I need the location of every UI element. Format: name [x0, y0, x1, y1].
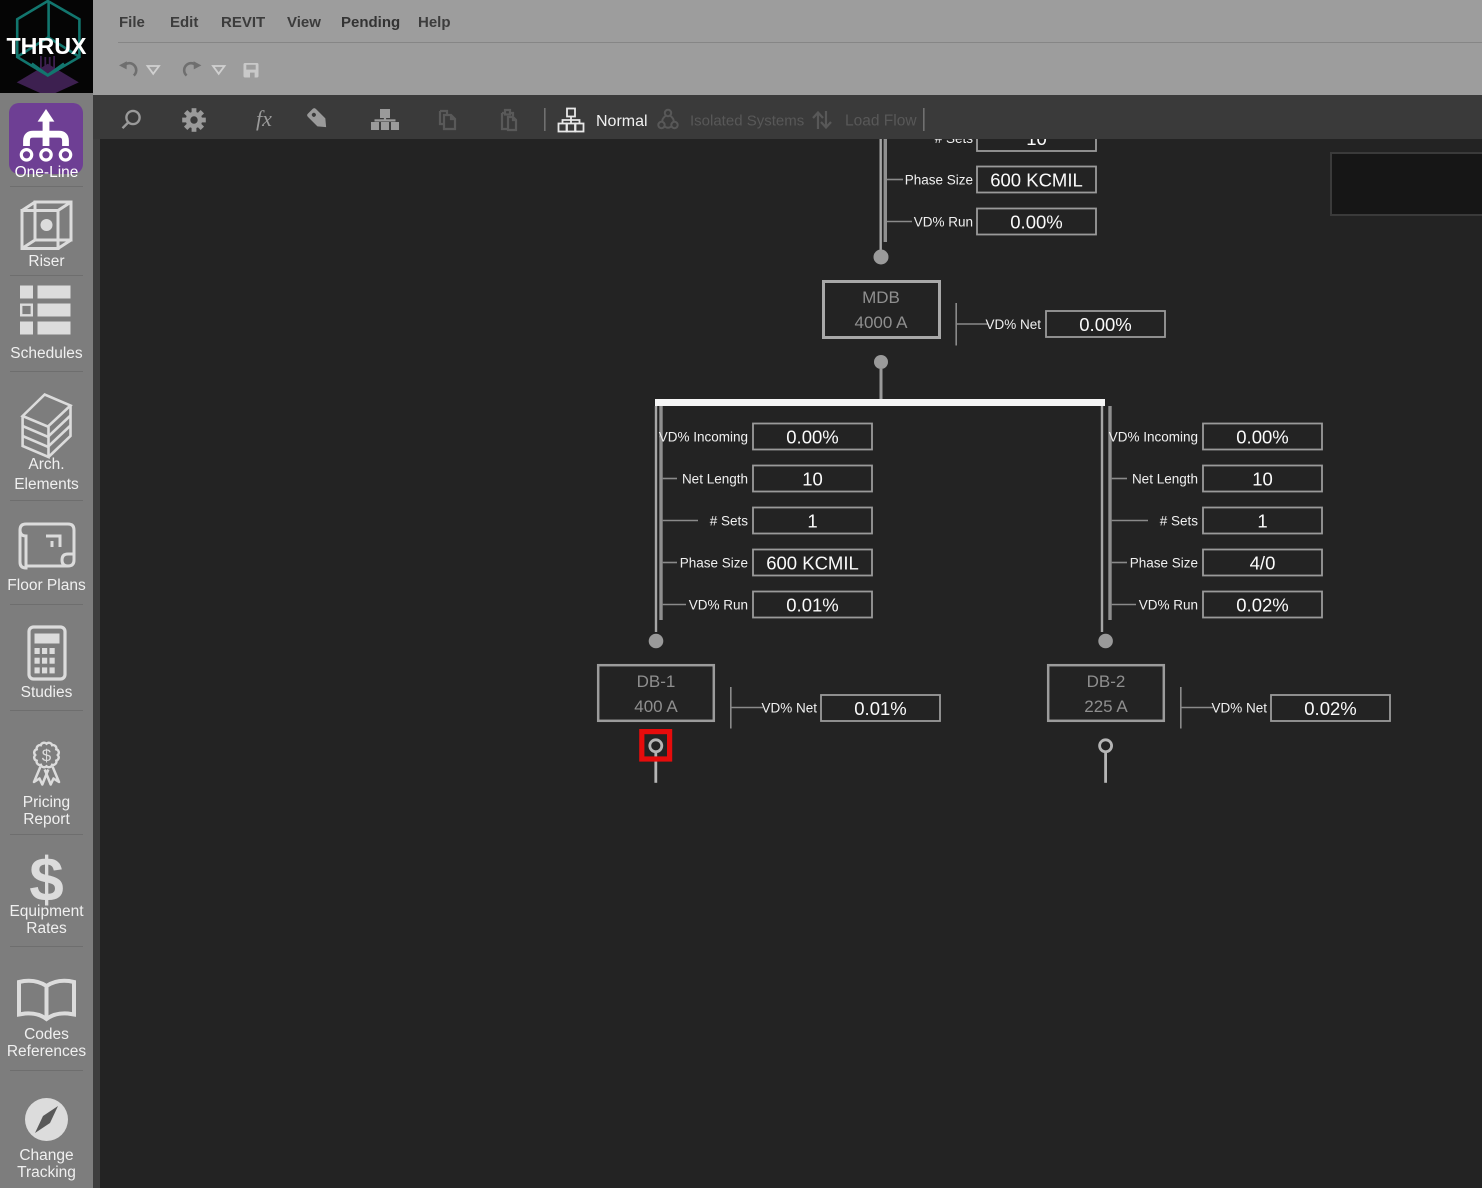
svg-text:4000 A: 4000 A — [855, 313, 909, 332]
svg-text:# Sets: # Sets — [710, 514, 749, 529]
svg-text:DB-2: DB-2 — [1087, 672, 1126, 691]
svg-text:fx: fx — [256, 106, 272, 131]
svg-text:4/0: 4/0 — [1250, 553, 1276, 574]
svg-text:10: 10 — [802, 469, 823, 490]
svg-text:Riser: Riser — [28, 253, 64, 270]
svg-text:VD% Run: VD% Run — [1139, 598, 1198, 613]
svg-text:600 KCMIL: 600 KCMIL — [766, 553, 859, 574]
svg-text:Tracking: Tracking — [17, 1164, 76, 1181]
svg-text:THRUX: THRUX — [7, 33, 87, 59]
svg-text:Studies: Studies — [21, 684, 73, 701]
svg-text:225 A: 225 A — [1084, 697, 1128, 716]
svg-text:10: 10 — [1026, 139, 1047, 149]
svg-text:0.02%: 0.02% — [1236, 595, 1288, 616]
svg-text:1: 1 — [1257, 511, 1267, 532]
svg-text:10: 10 — [1252, 469, 1273, 490]
svg-text:Elements: Elements — [14, 476, 79, 493]
svg-text:Phase Size: Phase Size — [1130, 556, 1198, 571]
svg-text:VD% Net: VD% Net — [985, 317, 1041, 332]
svg-text:400 A: 400 A — [634, 697, 678, 716]
svg-text:0.00%: 0.00% — [786, 427, 838, 448]
svg-text:600 KCMIL: 600 KCMIL — [990, 170, 1083, 191]
svg-text:Net Length: Net Length — [682, 472, 748, 487]
svg-text:Schedules: Schedules — [10, 345, 83, 362]
svg-text:Change: Change — [19, 1147, 73, 1164]
svg-text:Net Length: Net Length — [1132, 472, 1198, 487]
svg-text:Floor Plans: Floor Plans — [7, 577, 86, 594]
svg-text:Equipment: Equipment — [9, 903, 84, 920]
svg-text:DB-1: DB-1 — [637, 672, 676, 691]
svg-text:0.02%: 0.02% — [1304, 698, 1356, 719]
svg-text:$: $ — [42, 746, 52, 765]
svg-text:Rates: Rates — [26, 920, 67, 937]
svg-text:Phase Size: Phase Size — [680, 556, 748, 571]
svg-text:Report: Report — [23, 811, 70, 828]
svg-text:# Sets: # Sets — [935, 139, 974, 146]
svg-text:VD% Net: VD% Net — [761, 701, 817, 716]
svg-text:Isolated Systems: Isolated Systems — [690, 113, 804, 130]
svg-text:0.00%: 0.00% — [1079, 314, 1131, 335]
svg-text:VD% Incoming: VD% Incoming — [1109, 430, 1198, 445]
svg-text:VD% Run: VD% Run — [914, 215, 973, 230]
svg-text:References: References — [7, 1043, 87, 1060]
svg-text:VD% Incoming: VD% Incoming — [659, 430, 748, 445]
svg-text:Load Flow: Load Flow — [845, 113, 917, 130]
svg-text:One-Line: One-Line — [15, 164, 79, 181]
svg-text:0.01%: 0.01% — [786, 595, 838, 616]
svg-text:Phase Size: Phase Size — [905, 173, 973, 188]
svg-text:Arch.: Arch. — [28, 456, 64, 473]
svg-text:Codes: Codes — [24, 1026, 69, 1043]
svg-text:Pricing: Pricing — [23, 794, 70, 811]
svg-text:Normal: Normal — [596, 113, 648, 130]
svg-text:0.00%: 0.00% — [1236, 427, 1288, 448]
svg-text:0.01%: 0.01% — [854, 698, 906, 719]
svg-text:VD% Net: VD% Net — [1211, 701, 1267, 716]
svg-text:# Sets: # Sets — [1160, 514, 1199, 529]
svg-text:0.00%: 0.00% — [1010, 212, 1062, 233]
svg-text:MDB: MDB — [862, 288, 900, 307]
svg-text:1: 1 — [807, 511, 817, 532]
svg-text:VD% Run: VD% Run — [689, 598, 748, 613]
